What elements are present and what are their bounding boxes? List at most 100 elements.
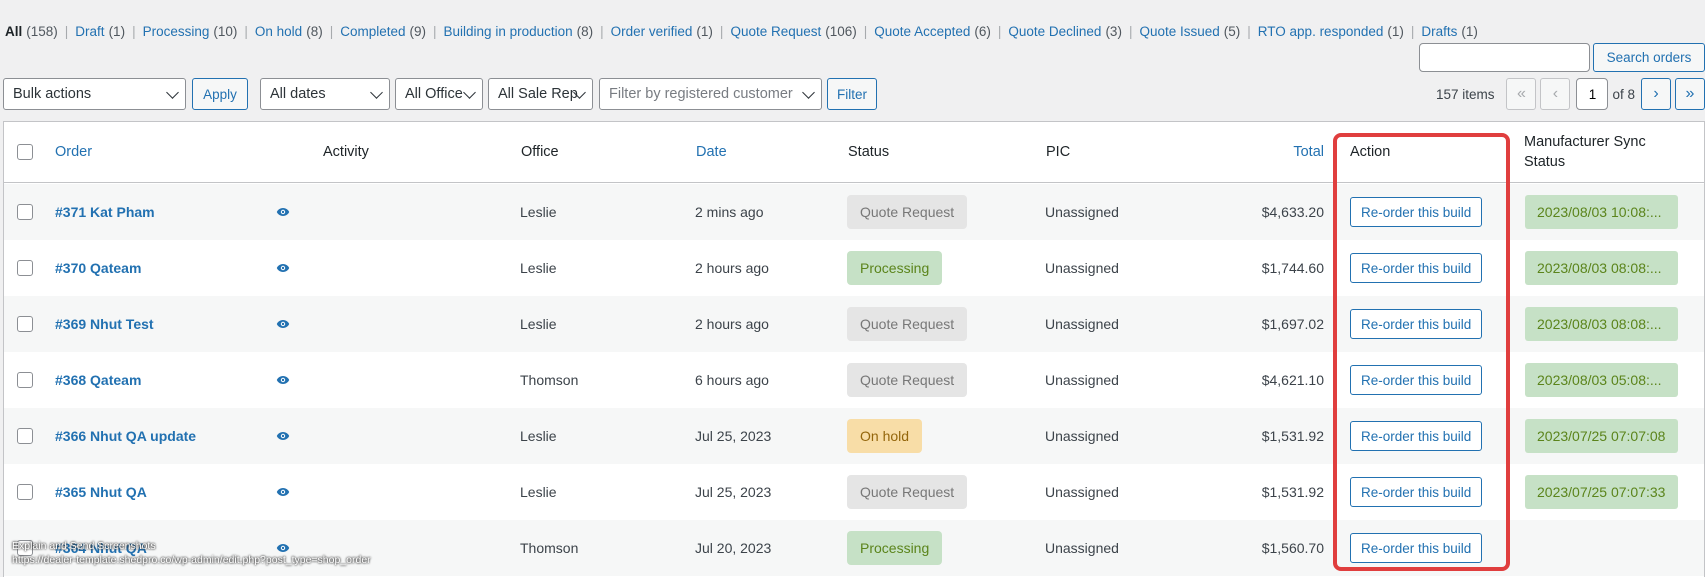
order-status-badge: On hold xyxy=(847,419,923,453)
status-filter-link[interactable]: RTO app. responded xyxy=(1258,24,1384,39)
column-sync-status: Manufacturer Sync Status xyxy=(1524,122,1646,182)
reorder-build-button[interactable]: Re-order this build xyxy=(1350,421,1483,451)
separator: | xyxy=(132,23,136,39)
status-filter-quote-request[interactable]: Quote Request (106) xyxy=(730,24,856,39)
status-filter-on-hold[interactable]: On hold (8) xyxy=(255,24,323,39)
status-filter-rto-app-responded[interactable]: RTO app. responded (1) xyxy=(1258,24,1404,39)
status-filter-link[interactable]: Order verified xyxy=(611,24,693,39)
reorder-build-button[interactable]: Re-order this build xyxy=(1350,477,1483,507)
preview-eye-icon[interactable] xyxy=(276,240,290,296)
order-link[interactable]: #371 Kat Pham xyxy=(55,204,155,220)
status-filter-count: (3) xyxy=(1105,23,1122,39)
status-filter-link[interactable]: Quote Declined xyxy=(1008,24,1101,39)
sale-rep-select[interactable]: All Sale Rep xyxy=(488,78,593,110)
status-filter-link[interactable]: Quote Issued xyxy=(1139,24,1219,39)
status-filter-order-verified[interactable]: Order verified (1) xyxy=(611,24,713,39)
row-checkbox[interactable] xyxy=(17,372,33,388)
order-link[interactable]: #368 Qateam xyxy=(55,372,141,388)
current-page-input[interactable] xyxy=(1576,78,1609,110)
status-filter-link[interactable]: All xyxy=(5,24,22,39)
column-action: Action xyxy=(1350,144,1391,160)
date-cell: 2 mins ago xyxy=(695,204,764,220)
row-checkbox[interactable] xyxy=(17,484,33,500)
status-filter-link[interactable]: Building in production xyxy=(444,24,573,39)
pic-cell: Unassigned xyxy=(1045,540,1119,556)
search-input[interactable] xyxy=(1419,43,1590,72)
table-row: #364 Nhut QA Thomson Jul 20, 2023 Proces… xyxy=(4,520,1704,576)
sync-status-badge: 2023/08/03 08:08:... xyxy=(1525,251,1678,285)
preview-eye-icon[interactable] xyxy=(276,408,290,464)
next-page-button[interactable]: › xyxy=(1641,78,1671,110)
office-cell: Thomson xyxy=(520,372,579,388)
status-filter-processing[interactable]: Processing (10) xyxy=(143,24,238,39)
order-link[interactable]: #369 Nhut Test xyxy=(55,316,154,332)
status-filter-building-in-production[interactable]: Building in production (8) xyxy=(444,24,594,39)
sync-status-badge: 2023/07/25 07:07:33 xyxy=(1525,475,1678,509)
status-filter-quote-accepted[interactable]: Quote Accepted (6) xyxy=(874,24,991,39)
select-all-checkbox[interactable] xyxy=(17,144,33,160)
row-checkbox[interactable] xyxy=(17,428,33,444)
order-link[interactable]: #370 Qateam xyxy=(55,260,141,276)
chevron-down-icon xyxy=(370,86,383,99)
status-filter-all[interactable]: All (158) xyxy=(5,24,58,39)
preview-eye-icon[interactable] xyxy=(276,184,290,240)
table-row: #371 Kat Pham Leslie 2 mins ago Quote Re… xyxy=(4,184,1704,240)
status-filter-drafts[interactable]: Drafts (1) xyxy=(1421,24,1478,39)
reorder-build-button[interactable]: Re-order this build xyxy=(1350,533,1483,563)
items-count: 157 items xyxy=(1435,86,1495,102)
last-page-button[interactable]: » xyxy=(1675,78,1705,110)
status-filter-link[interactable]: Draft xyxy=(75,24,104,39)
apply-button[interactable]: Apply xyxy=(192,78,248,110)
office-select[interactable]: All Office xyxy=(395,78,483,110)
status-filter-completed[interactable]: Completed (9) xyxy=(340,24,426,39)
filter-button[interactable]: Filter xyxy=(827,78,877,110)
preview-eye-icon[interactable] xyxy=(276,464,290,520)
status-filter-count: (5) xyxy=(1223,23,1241,39)
status-filter-link[interactable]: Quote Request xyxy=(730,24,821,39)
status-filter-draft[interactable]: Draft (1) xyxy=(75,24,125,39)
customer-filter-select[interactable]: Filter by registered customer xyxy=(599,78,822,110)
table-row: #368 Qateam Thomson 6 hours ago Quote Re… xyxy=(4,352,1704,408)
preview-eye-icon[interactable] xyxy=(276,296,290,352)
reorder-build-button[interactable]: Re-order this build xyxy=(1350,197,1483,227)
separator: | xyxy=(1247,23,1251,39)
reorder-build-button[interactable]: Re-order this build xyxy=(1350,253,1483,283)
dates-select[interactable]: All dates xyxy=(260,78,390,110)
prev-page-button[interactable]: ‹ xyxy=(1540,78,1571,110)
status-filter-link[interactable]: Drafts xyxy=(1421,24,1457,39)
search-orders-button[interactable]: Search orders xyxy=(1593,43,1705,72)
status-filter-count: (1) xyxy=(1387,23,1404,39)
column-order[interactable]: Order xyxy=(55,122,92,182)
order-link[interactable]: #365 Nhut QA xyxy=(55,484,147,500)
status-filter-link[interactable]: Quote Accepted xyxy=(874,24,970,39)
status-filter-count: (9) xyxy=(409,23,427,39)
column-total[interactable]: Total xyxy=(1204,122,1324,182)
preview-eye-icon[interactable] xyxy=(276,352,290,408)
status-filter-link[interactable]: Processing xyxy=(143,24,210,39)
bulk-actions-select[interactable]: Bulk actions xyxy=(3,78,186,110)
status-filter-count: (6) xyxy=(974,23,991,39)
preview-eye-icon[interactable] xyxy=(276,520,290,576)
row-checkbox[interactable] xyxy=(17,316,33,332)
column-date[interactable]: Date xyxy=(696,122,727,182)
total-cell: $1,531.92 xyxy=(1261,428,1324,444)
office-cell: Thomson xyxy=(520,540,579,556)
status-filter-count: (10) xyxy=(213,23,238,39)
row-checkbox[interactable] xyxy=(17,204,33,220)
status-filter-link[interactable]: Completed xyxy=(340,24,405,39)
status-filter-quote-declined[interactable]: Quote Declined (3) xyxy=(1008,24,1122,39)
order-link[interactable]: #366 Nhut QA update xyxy=(55,428,196,444)
order-status-badge: Quote Request xyxy=(847,363,968,397)
pic-cell: Unassigned xyxy=(1045,260,1119,276)
sync-status-badge: 2023/08/03 08:08:... xyxy=(1525,307,1678,341)
separator: | xyxy=(433,23,437,39)
total-cell: $1,531.92 xyxy=(1261,484,1324,500)
customer-filter-placeholder: Filter by registered customer xyxy=(609,86,793,102)
status-filter-link[interactable]: On hold xyxy=(255,24,302,39)
reorder-build-button[interactable]: Re-order this build xyxy=(1350,365,1483,395)
total-cell: $1,744.60 xyxy=(1261,260,1324,276)
row-checkbox[interactable] xyxy=(17,260,33,276)
reorder-build-button[interactable]: Re-order this build xyxy=(1350,309,1483,339)
first-page-button[interactable]: « xyxy=(1506,78,1537,110)
status-filter-quote-issued[interactable]: Quote Issued (5) xyxy=(1139,24,1240,39)
